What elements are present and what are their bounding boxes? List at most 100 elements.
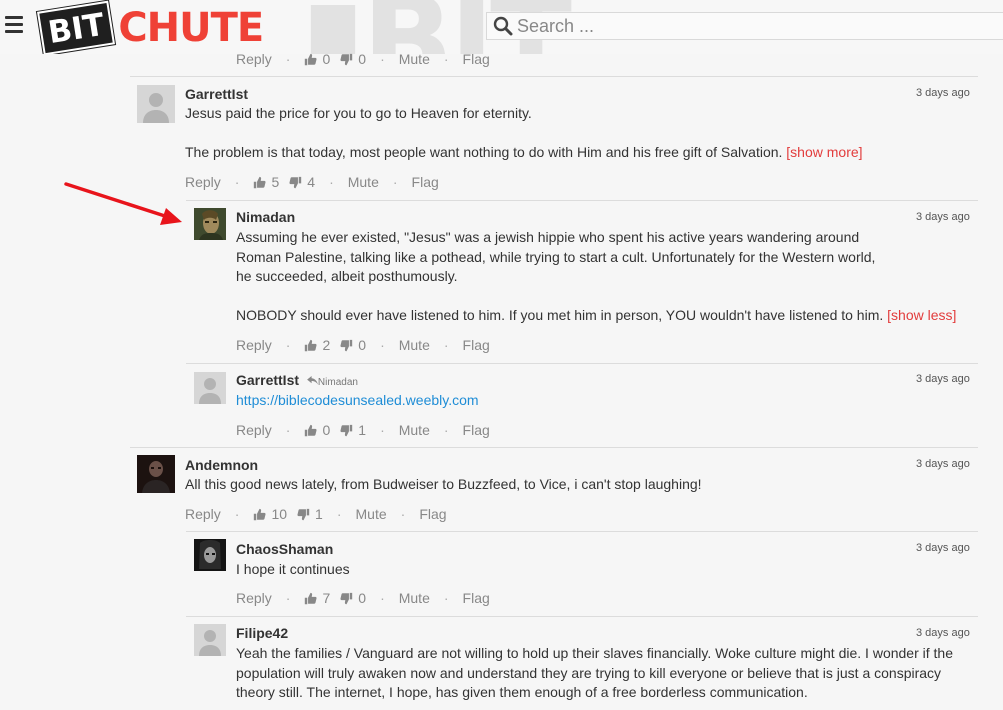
comment-text-line: The problem is that today, most people w… <box>185 144 783 160</box>
reply-to-label[interactable]: Nimadan <box>307 376 358 388</box>
comment-text: Jesus paid the price for you to go to He… <box>185 104 975 163</box>
comment-text: Assuming he ever existed, "Jesus" was a … <box>236 228 976 326</box>
search-icon <box>493 16 513 36</box>
comment-author-name[interactable]: GarrettIst <box>236 372 299 388</box>
dislike-button[interactable]: 4 <box>289 174 315 190</box>
comment-text: All this good news lately, from Budweise… <box>185 475 965 495</box>
show-more-link[interactable]: [show more] <box>786 144 862 160</box>
reply-arrow-icon <box>307 376 318 385</box>
thumbs-down-icon <box>289 176 302 188</box>
thumbs-down-icon <box>340 424 353 436</box>
flag-link[interactable]: Flag <box>412 174 439 190</box>
like-button[interactable]: 7 <box>304 590 330 606</box>
site-header: ▮BIT BIT CHUTE <box>0 0 1003 54</box>
thumbs-up-icon <box>254 508 267 520</box>
like-button[interactable]: 10 <box>253 506 287 522</box>
reply-link[interactable]: Reply <box>236 590 272 606</box>
comment-timestamp: 3 days ago <box>916 373 970 385</box>
comment-text-line: Assuming he ever existed, "Jesus" was a … <box>236 229 860 245</box>
comment-divider <box>130 447 978 448</box>
default-avatar-icon[interactable] <box>194 624 226 656</box>
dislike-button[interactable]: 1 <box>297 506 323 522</box>
mute-link[interactable]: Mute <box>399 590 430 606</box>
reply-link[interactable]: Reply <box>236 337 272 353</box>
comment-author[interactable]: ChaosShaman <box>236 541 333 557</box>
comment-text-line: theory still. The internet, I hope, has … <box>236 684 808 700</box>
mute-link[interactable]: Mute <box>399 422 430 438</box>
flag-link[interactable]: Flag <box>463 422 490 438</box>
comment-text-line: Roman Palestine, talking like a pothead,… <box>236 248 876 265</box>
thumbs-down-icon <box>340 339 353 351</box>
comment-text: I hope it continues <box>236 560 936 580</box>
like-button[interactable]: 0 <box>304 422 330 438</box>
user-avatar[interactable] <box>137 455 175 493</box>
reply-link[interactable]: Reply <box>236 422 272 438</box>
comment-divider <box>186 531 978 532</box>
comment-actions: Reply · 2 0 · Mute · Flag <box>236 337 490 353</box>
comment-text-line: All this good news lately, from Budweise… <box>185 476 702 492</box>
search-bar[interactable] <box>486 12 1003 40</box>
bitchute-logo[interactable]: BIT CHUTE <box>37 0 264 54</box>
comment-text-line: Yeah the families / Vanguard are not wil… <box>236 645 953 661</box>
comment-text-line: he succeeded, albeit posthumously. <box>236 268 458 284</box>
logo-chute-text: CHUTE <box>118 5 264 51</box>
thumbs-down-icon <box>297 508 310 520</box>
comment-text-line: population will truly awaken now and und… <box>236 664 942 681</box>
reply-link[interactable]: Reply <box>185 506 221 522</box>
comment-text-line: I hope it continues <box>236 561 350 577</box>
hamburger-menu-icon[interactable] <box>5 16 23 34</box>
comment-author[interactable]: Nimadan <box>236 209 295 225</box>
thumbs-up-icon <box>305 424 318 436</box>
comment-actions: Reply · 10 1 · Mute · Flag <box>185 506 447 522</box>
thumbs-up-icon <box>254 176 267 188</box>
like-button[interactable]: 5 <box>253 174 279 190</box>
dislike-button[interactable]: 1 <box>340 422 366 438</box>
comment-timestamp: 3 days ago <box>916 458 970 470</box>
comment-link[interactable]: https://biblecodesunsealed.weebly.com <box>236 392 479 408</box>
user-avatar[interactable] <box>194 208 226 240</box>
comment-timestamp: 3 days ago <box>916 87 970 99</box>
comment-author[interactable]: GarrettIst <box>185 86 248 102</box>
reply-link[interactable]: Reply <box>185 174 221 190</box>
comment-text: Yeah the families / Vanguard are not wil… <box>236 644 981 703</box>
user-avatar[interactable] <box>194 539 226 571</box>
mute-link[interactable]: Mute <box>348 174 379 190</box>
thumbs-up-icon <box>305 53 318 65</box>
comment-timestamp: 3 days ago <box>916 627 970 639</box>
flag-link[interactable]: Flag <box>463 590 490 606</box>
mute-link[interactable]: Mute <box>399 51 430 67</box>
reply-link[interactable]: Reply <box>236 51 272 67</box>
dislike-button[interactable]: 0 <box>340 51 366 67</box>
comment-actions-partial: Reply · 0 0 · Mute · Flag <box>236 51 490 67</box>
dislike-button[interactable]: 0 <box>340 590 366 606</box>
comment-actions: Reply · 5 4 · Mute · Flag <box>185 174 439 190</box>
like-button[interactable]: 0 <box>304 51 330 67</box>
thumbs-down-icon <box>340 53 353 65</box>
comment-text-line: Jesus paid the price for you to go to He… <box>185 105 532 121</box>
flag-link[interactable]: Flag <box>463 51 490 67</box>
flag-link[interactable]: Flag <box>419 506 446 522</box>
comment-divider <box>186 200 978 201</box>
like-button[interactable]: 2 <box>304 337 330 353</box>
default-avatar-icon[interactable] <box>194 372 226 404</box>
comment-divider <box>186 363 978 364</box>
default-avatar-icon[interactable] <box>137 85 175 123</box>
mute-link[interactable]: Mute <box>356 506 387 522</box>
comment-text-line: NOBODY should ever have listened to him.… <box>236 307 884 323</box>
comment-divider <box>186 616 978 617</box>
thumbs-down-icon <box>340 592 353 604</box>
comment-timestamp: 3 days ago <box>916 542 970 554</box>
comment-text: https://biblecodesunsealed.weebly.com <box>236 391 836 411</box>
comment-divider <box>130 76 978 77</box>
mute-link[interactable]: Mute <box>399 337 430 353</box>
comment-author[interactable]: Filipe42 <box>236 625 288 641</box>
comment-actions: Reply · 0 1 · Mute · Flag <box>236 422 490 438</box>
search-input[interactable] <box>517 15 957 37</box>
comment-author: GarrettIst Nimadan <box>236 372 358 388</box>
show-less-link[interactable]: [show less] <box>887 307 956 323</box>
dislike-button[interactable]: 0 <box>340 337 366 353</box>
comment-author[interactable]: Andemnon <box>185 457 258 473</box>
comment-actions: Reply · 7 0 · Mute · Flag <box>236 590 490 606</box>
thumbs-up-icon <box>305 592 318 604</box>
flag-link[interactable]: Flag <box>463 337 490 353</box>
